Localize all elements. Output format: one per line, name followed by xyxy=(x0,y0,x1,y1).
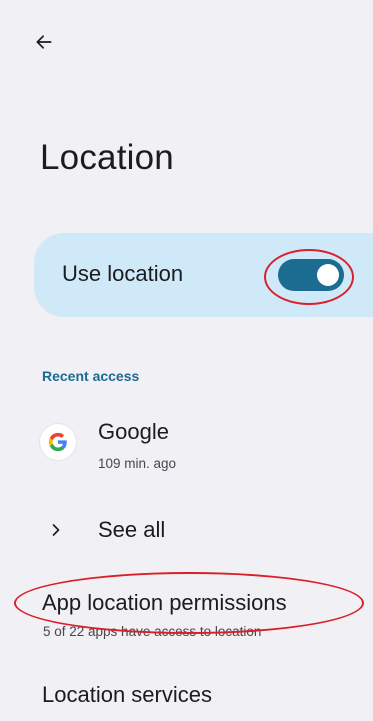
recent-access-header: Recent access xyxy=(42,368,140,384)
recent-access-item-google[interactable]: Google 109 min. ago xyxy=(34,412,354,476)
location-settings-screen: Location Use location Recent access Goog… xyxy=(0,0,373,721)
google-g-icon xyxy=(40,424,76,460)
use-location-switch[interactable] xyxy=(278,259,344,291)
app-location-permissions-title: App location permissions xyxy=(42,590,287,615)
use-location-label: Use location xyxy=(62,261,184,286)
see-all-button[interactable]: See all xyxy=(34,505,354,555)
chevron-right-icon xyxy=(52,524,60,536)
use-location-card[interactable]: Use location xyxy=(34,233,373,317)
app-name: Google xyxy=(98,419,169,444)
location-services[interactable]: Location services xyxy=(18,674,368,721)
access-time: 109 min. ago xyxy=(98,456,177,471)
back-button[interactable] xyxy=(26,24,62,60)
page-title: Location xyxy=(40,138,174,177)
app-location-permissions-subtitle: 5 of 22 apps have access to location xyxy=(43,624,262,639)
see-all-label: See all xyxy=(98,517,166,542)
switch-thumb xyxy=(317,264,339,286)
location-services-title: Location services xyxy=(42,682,212,707)
app-location-permissions[interactable]: App location permissions 5 of 22 apps ha… xyxy=(18,580,368,644)
arrow-back-icon xyxy=(36,35,52,49)
